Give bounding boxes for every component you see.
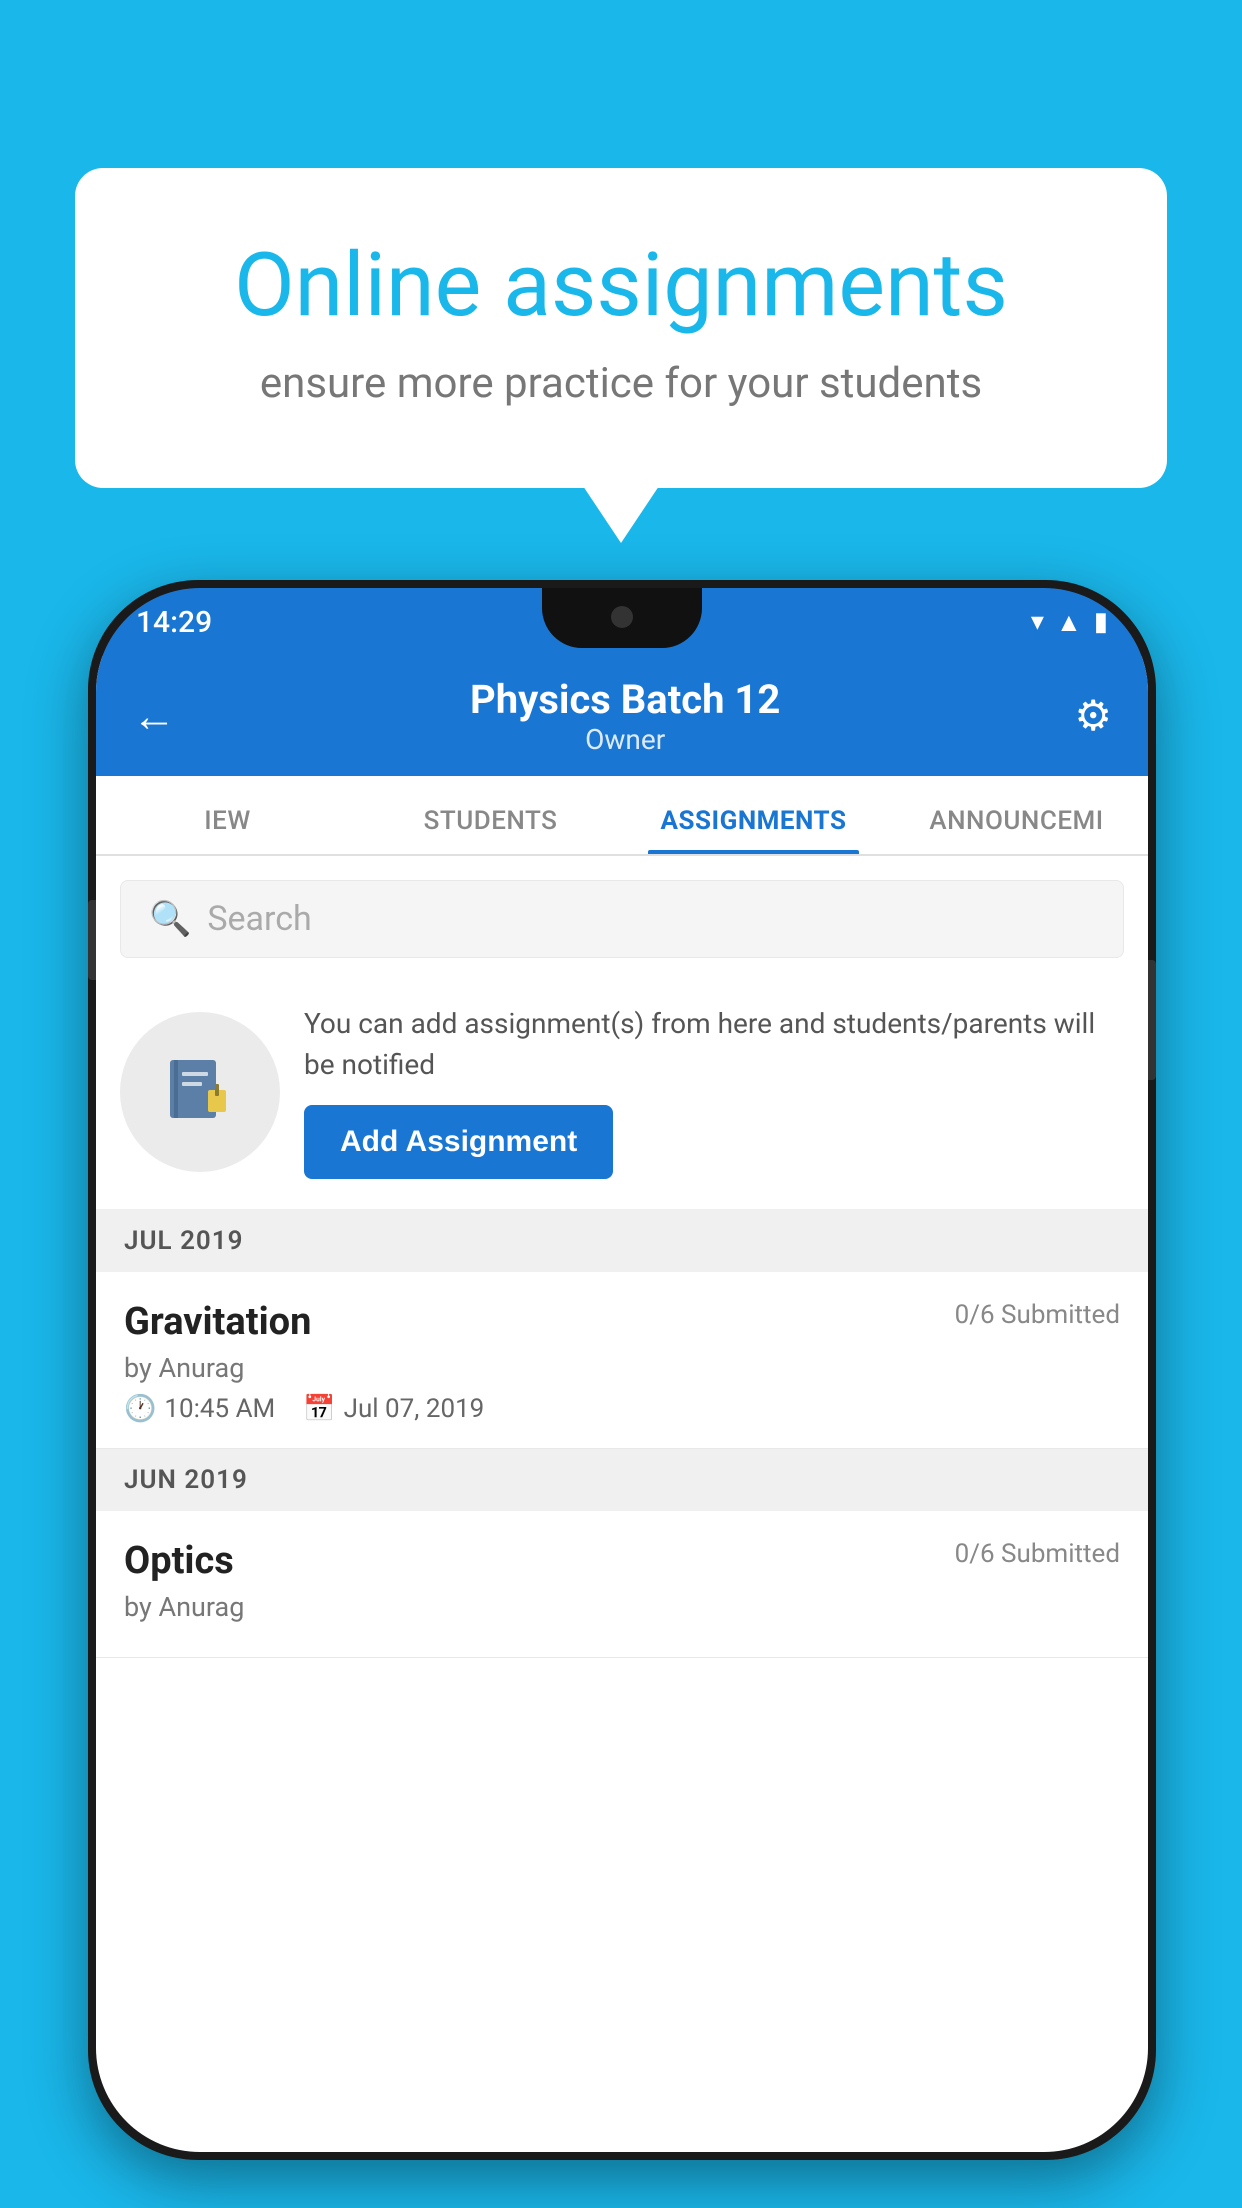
settings-button[interactable]: ⚙ (1074, 691, 1112, 741)
header-title: Physics Batch 12 (470, 676, 780, 723)
phone-side-btn-right (1148, 960, 1156, 1080)
search-container: 🔍 Search (96, 856, 1148, 974)
phone-inner: 14:29 ▾ ▲ ▮ ← Physics Batch 12 Owner ⚙ I… (96, 588, 1148, 2152)
tab-assignments[interactable]: ASSIGNMENTS (622, 806, 885, 854)
assignment-by-optics: by Anurag (124, 1591, 1120, 1623)
phone-side-btn-left (88, 900, 96, 980)
assignment-title-optics: Optics (124, 1539, 234, 1583)
tab-students[interactable]: STUDENTS (359, 806, 622, 854)
assignment-time-value: 10:45 AM (164, 1394, 275, 1424)
assignment-top: Gravitation 0/6 Submitted (124, 1300, 1120, 1344)
front-camera (611, 606, 633, 628)
clock-icon: 🕐 (124, 1394, 156, 1424)
assignment-title-gravitation: Gravitation (124, 1300, 311, 1344)
assignment-submitted-optics: 0/6 Submitted (955, 1539, 1120, 1569)
add-assignment-promo: You can add assignment(s) from here and … (96, 974, 1148, 1210)
promo-content: You can add assignment(s) from here and … (304, 1004, 1124, 1179)
assignment-date: 📅 Jul 07, 2019 (303, 1394, 484, 1424)
wifi-icon: ▾ (1031, 607, 1044, 637)
assignment-meta-gravitation: 🕐 10:45 AM 📅 Jul 07, 2019 (124, 1394, 1120, 1424)
phone-notch (542, 588, 702, 648)
back-button[interactable]: ← (132, 690, 176, 742)
promo-icon-circle (120, 1012, 280, 1172)
battery-icon: ▮ (1094, 607, 1108, 637)
tab-announcements[interactable]: ANNOUNCEMI (885, 806, 1148, 854)
app-header: ← Physics Batch 12 Owner ⚙ (96, 656, 1148, 776)
tab-bar: IEW STUDENTS ASSIGNMENTS ANNOUNCEMI (96, 776, 1148, 856)
speech-bubble: Online assignments ensure more practice … (75, 168, 1167, 488)
app-screen: ← Physics Batch 12 Owner ⚙ IEW STUDENTS … (96, 656, 1148, 2152)
assignment-date-value: Jul 07, 2019 (344, 1394, 485, 1424)
section-header-jul: JUL 2019 (96, 1210, 1148, 1272)
search-placeholder: Search (207, 899, 311, 939)
phone-frame: 14:29 ▾ ▲ ▮ ← Physics Batch 12 Owner ⚙ I… (88, 580, 1156, 2160)
status-time: 14:29 (136, 605, 212, 640)
status-icons: ▾ ▲ ▮ (1031, 607, 1108, 638)
section-header-jun: JUN 2019 (96, 1449, 1148, 1511)
tab-overview[interactable]: IEW (96, 806, 359, 854)
add-assignment-button[interactable]: Add Assignment (304, 1105, 613, 1179)
search-icon: 🔍 (149, 899, 191, 939)
assignment-submitted-gravitation: 0/6 Submitted (955, 1300, 1120, 1330)
header-subtitle: Owner (470, 723, 780, 756)
signal-icon: ▲ (1056, 607, 1082, 638)
search-bar[interactable]: 🔍 Search (120, 880, 1124, 958)
assignment-item-optics[interactable]: Optics 0/6 Submitted by Anurag (96, 1511, 1148, 1658)
assignment-item-gravitation[interactable]: Gravitation 0/6 Submitted by Anurag 🕐 10… (96, 1272, 1148, 1449)
assignment-time: 🕐 10:45 AM (124, 1394, 275, 1424)
header-center: Physics Batch 12 Owner (470, 676, 780, 756)
calendar-icon: 📅 (303, 1394, 335, 1424)
speech-bubble-subtitle: ensure more practice for your students (155, 359, 1087, 408)
assignment-by-gravitation: by Anurag (124, 1352, 1120, 1384)
speech-bubble-title: Online assignments (155, 238, 1087, 335)
assignment-notebook-icon (160, 1052, 240, 1132)
promo-text: You can add assignment(s) from here and … (304, 1004, 1124, 1085)
assignment-top-optics: Optics 0/6 Submitted (124, 1539, 1120, 1583)
